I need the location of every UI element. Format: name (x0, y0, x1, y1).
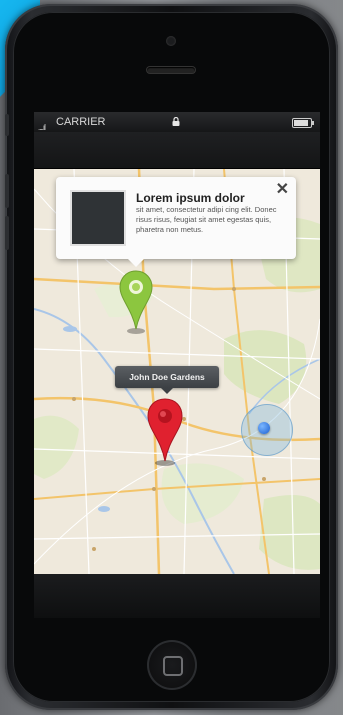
status-bar: ....ıl CARRIER (34, 112, 320, 132)
volume-down-button (5, 216, 9, 250)
phone-screen: ....ıl CARRIER Lorem ipsum dolor sit ame… (34, 112, 320, 618)
callout-thumbnail (70, 190, 126, 246)
close-icon[interactable]: ✕ (276, 179, 289, 199)
battery-fill (294, 120, 308, 126)
callout-body: sit amet, consectetur adipi cing elit. D… (136, 205, 277, 234)
pin-label[interactable]: John Doe Gardens (115, 366, 219, 394)
map-pin-green[interactable] (118, 269, 154, 335)
map-pin-red[interactable] (146, 397, 184, 467)
carrier-label: CARRIER (56, 116, 106, 128)
home-square-icon (163, 656, 183, 676)
bottom-toolbar (34, 574, 320, 618)
map-view[interactable]: Lorem ipsum dolor sit amet, consectetur … (34, 169, 320, 574)
lock-icon (172, 117, 180, 126)
earpiece-speaker (147, 67, 195, 73)
volume-up-button (5, 174, 9, 208)
home-button[interactable] (147, 640, 197, 690)
current-location-dot (258, 422, 270, 434)
info-callout[interactable]: Lorem ipsum dolor sit amet, consectetur … (56, 177, 296, 267)
mute-switch (5, 114, 9, 136)
navigation-bar (34, 132, 320, 169)
battery-icon (292, 118, 314, 128)
callout-title: Lorem ipsum dolor (136, 191, 245, 205)
front-camera (166, 36, 176, 46)
